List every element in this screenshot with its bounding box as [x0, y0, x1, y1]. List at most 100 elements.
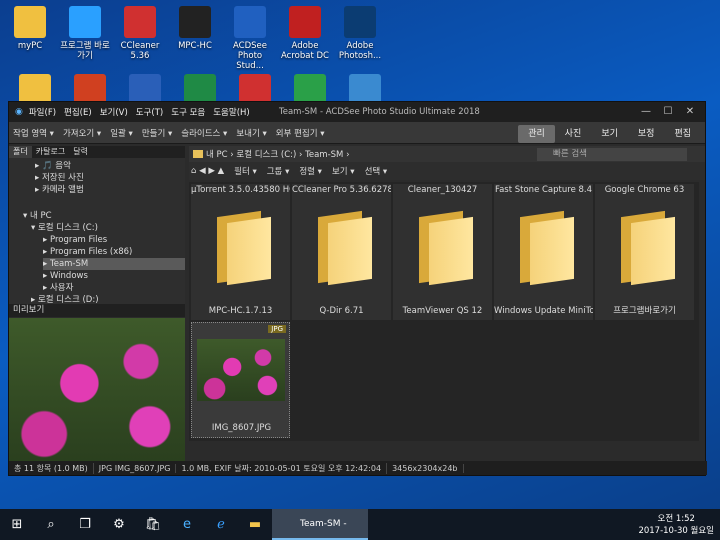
- desktop-icon[interactable]: Adobe Acrobat DC: [278, 6, 332, 61]
- mode-tab[interactable]: 보정: [628, 125, 665, 143]
- desktop-icon[interactable]: MPC-HC: [168, 6, 222, 51]
- tree-node[interactable]: ▸ 🎵 음악: [35, 160, 71, 172]
- status-segment: 3456x2304x24b: [387, 463, 464, 473]
- folder-item[interactable]: Cleaner_130427 TeamViewer QS 12: [393, 184, 492, 320]
- search-icon[interactable]: ⌕: [34, 509, 68, 540]
- mode-tab[interactable]: 보기: [591, 125, 628, 143]
- toolbar-item[interactable]: 만들기 ▾: [142, 127, 172, 139]
- tree-node[interactable]: ▾ 내 PC: [23, 210, 52, 222]
- tree-node[interactable]: ▸ 카메라 앨범: [35, 184, 84, 196]
- menu-item[interactable]: 파일(F): [29, 106, 56, 118]
- store-icon[interactable]: 🛍: [136, 509, 170, 540]
- desktop-icon-image: [179, 6, 211, 38]
- pane-tab[interactable]: 카탈로그: [32, 146, 69, 158]
- file-grid: µTorrent 3.5.0.43580 HO MPC-HC.1.7.13 CCle…: [189, 182, 699, 441]
- task-view-icon[interactable]: ❐: [68, 509, 102, 540]
- tree-node[interactable]: ▸ Program Files: [43, 234, 107, 246]
- folder-icon: [516, 210, 574, 286]
- folder-front: [328, 216, 372, 286]
- preview-header: 미리보기: [9, 304, 185, 317]
- pane-tabs: 폴더 카탈로그 달력: [9, 146, 185, 158]
- desktop-icon[interactable]: ACDSee Photo Stud...: [223, 6, 277, 71]
- browser-pane: 내 PC › 로컬 디스크 (C:) › Team-SM › 빠른 검색 ⌂ ◀…: [189, 146, 705, 461]
- desktop-icon[interactable]: CCleaner 5.36: [113, 6, 167, 61]
- date: 2017-10-30 월요일: [638, 526, 714, 536]
- filter-item[interactable]: 그룹 ▾: [267, 165, 290, 177]
- folder-label: Q-Dir 6.71: [319, 306, 364, 316]
- folder-label: MPC-HC.1.7.13: [208, 306, 273, 316]
- menu-item[interactable]: 편집(E): [64, 106, 92, 118]
- toolbar-item[interactable]: 슬라이드스 ▾: [181, 127, 227, 139]
- folder-icon: [193, 150, 203, 158]
- folder-item[interactable]: µTorrent 3.5.0.43580 HO MPC-HC.1.7.13: [191, 184, 290, 320]
- status-bar: 총 11 항목 (1.0 MB) JPG IMG_8607.JPG 1.0 MB, …: [9, 461, 707, 475]
- folder-caption: Fast Stone Capture 8.4: [494, 185, 593, 195]
- desktop-icon-label: ACDSee Photo Stud...: [233, 41, 267, 71]
- desktop-icon-label: myPC: [17, 41, 43, 51]
- toolbar-item[interactable]: 일괄 ▾: [110, 127, 133, 139]
- desktop-icon-label: CCleaner 5.36: [120, 41, 160, 61]
- start-icon[interactable]: ⊞: [0, 509, 34, 540]
- mode-tab[interactable]: 사진: [555, 125, 592, 143]
- image-item[interactable]: JPG IMG_8607.JPG: [191, 322, 290, 438]
- window-controls: — ☐ ✕: [635, 104, 701, 120]
- folder-item[interactable]: Google Chrome 63 프로그램바로가기: [595, 184, 694, 320]
- menu-item[interactable]: 도구(T): [136, 106, 163, 118]
- folder-item[interactable]: CCleaner Pro 5.36.6278 Q-Dir 6.71: [292, 184, 391, 320]
- filter-item[interactable]: 정렬 ▾: [299, 165, 322, 177]
- toolbar-item[interactable]: 가져오기 ▾: [63, 127, 101, 139]
- status-segment: 총 11 항목 (1.0 MB): [9, 462, 94, 474]
- folder-label: Windows Update MiniTool: [494, 306, 593, 316]
- filter-item[interactable]: 선택 ▾: [365, 165, 388, 177]
- acdsee-window: ◉ 파일(F) 편집(E) 보기(V) 도구(T) 도구 모음 도움말(H) Team-S…: [8, 101, 707, 476]
- menu-item[interactable]: 보기(V): [100, 106, 128, 118]
- minimize-button[interactable]: —: [635, 104, 657, 120]
- tree-node[interactable]: ▾ 로컬 디스크 (C:): [31, 222, 98, 234]
- desktop-icon[interactable]: myPC: [3, 6, 57, 51]
- tree-node[interactable]: ▸ Team-SM: [43, 258, 185, 270]
- toolbar-item[interactable]: 작업 영역 ▾: [13, 127, 54, 139]
- toolbar-item[interactable]: 보내기 ▾: [236, 127, 266, 139]
- filter-item[interactable]: 보기 ▾: [332, 165, 355, 177]
- folder-icon: [415, 210, 473, 286]
- home-icon[interactable]: ⌂ ◀ ▶ ▲: [191, 166, 224, 176]
- ie-icon[interactable]: ℯ: [204, 509, 238, 540]
- tree-node[interactable]: ▸ 사용자: [43, 282, 73, 294]
- filter-item[interactable]: 필터 ▾: [234, 165, 257, 177]
- tree-node[interactable]: ▸ 로컬 디스크 (D:): [31, 294, 99, 304]
- folder-front: [429, 216, 473, 286]
- edge-icon[interactable]: e: [170, 509, 204, 540]
- status-segment: JPG IMG_8607.JPG: [94, 463, 177, 473]
- desktop-icon-label: MPC-HC: [178, 41, 212, 51]
- image-thumbnail: [197, 339, 285, 401]
- tree-node[interactable]: ▸ Program Files (x86): [43, 246, 132, 258]
- folder-item[interactable]: Fast Stone Capture 8.4 Windows Update Min…: [494, 184, 593, 320]
- tree-node[interactable]: ▸ Windows: [43, 270, 88, 282]
- gear-icon[interactable]: ⚙: [102, 509, 136, 540]
- window-title: Team-SM - ACDSee Photo Studio Ultimate 2…: [279, 107, 480, 117]
- desktop-icon-label: Adobe Acrobat DC: [281, 41, 329, 61]
- desktop-icon-image: [234, 6, 266, 38]
- status-segment: 1.0 MB, EXIF 날짜: 2010-05-01 토요일 오후 12:42…: [176, 462, 388, 474]
- menu-item[interactable]: 도구 모음: [171, 106, 205, 118]
- folder-front: [631, 216, 675, 286]
- desktop-icon[interactable]: 프로그램 바로가기: [58, 6, 112, 61]
- quick-search-input[interactable]: 빠른 검색: [537, 148, 687, 161]
- folder-label: 프로그램바로가기: [613, 306, 676, 316]
- mode-tab[interactable]: 편집: [664, 125, 701, 143]
- mode-tab[interactable]: 관리: [518, 125, 555, 143]
- clock[interactable]: 오전 1:52 2017-10-30 월요일: [638, 513, 714, 537]
- pane-tab[interactable]: 달력: [69, 146, 92, 158]
- menu-item[interactable]: 도움말(H): [213, 106, 249, 118]
- pane-tab[interactable]: 폴더: [9, 146, 32, 158]
- desktop-icon[interactable]: Adobe Photosh...: [333, 6, 387, 61]
- maximize-button[interactable]: ☐: [657, 104, 679, 120]
- explorer-icon[interactable]: ▬: [238, 509, 272, 540]
- tree-node[interactable]: ▸ 저장된 사진: [35, 172, 84, 184]
- breadcrumb[interactable]: 내 PC › 로컬 디스크 (C:) › Team-SM ›: [206, 148, 350, 160]
- image-label: IMG_8607.JPG: [211, 423, 272, 433]
- app-icon: ◉: [15, 107, 23, 117]
- toolbar-item[interactable]: 외부 편집기 ▾: [276, 127, 325, 139]
- taskbar-app-acdsee[interactable]: Team-SM - ACDSe...: [272, 509, 368, 540]
- close-button[interactable]: ✕: [679, 104, 701, 120]
